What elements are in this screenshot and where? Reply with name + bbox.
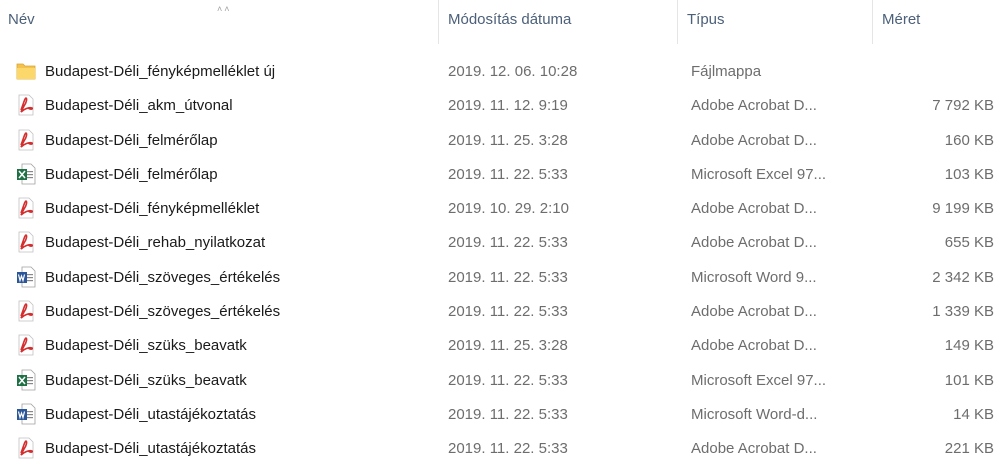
file-type: Adobe Acrobat D... (691, 200, 817, 218)
sort-indicator-icon: ˄˄ (217, 4, 232, 14)
file-size: 149 KB (944, 337, 994, 355)
file-row[interactable]: Budapest-Déli_szüks_beavatk 2019. 11. 25.… (0, 329, 1008, 363)
file-type: Microsoft Excel 97... (691, 165, 827, 183)
file-type: Adobe Acrobat D... (691, 303, 817, 321)
file-modified-date: 2019. 10. 29. 2:10 (448, 200, 569, 218)
word-file-icon (16, 266, 36, 288)
file-row[interactable]: Budapest-Déli_fényképmelléklet új 2019. 1… (0, 55, 1008, 89)
file-row[interactable]: Budapest-Déli_felmérőlap 2019. 11. 25. 3:… (0, 124, 1008, 158)
file-size: 101 KB (944, 371, 994, 389)
folder-icon (16, 60, 36, 82)
file-name: Budapest-Déli_rehab_nyilatkozat (45, 234, 266, 252)
word-file-icon (16, 403, 36, 425)
file-modified-date: 2019. 11. 25. 3:28 (448, 337, 568, 355)
file-name: Budapest-Déli_felmérőlap (45, 165, 218, 183)
file-name: Budapest-Déli_szöveges_értékelés (45, 303, 281, 321)
file-type: Adobe Acrobat D... (691, 440, 817, 458)
excel-file-icon (16, 163, 36, 185)
file-name: Budapest-Déli_akm_útvonal (45, 97, 233, 115)
file-size: 2 342 KB (932, 268, 994, 286)
column-divider[interactable] (872, 0, 873, 44)
file-type: Microsoft Excel 97... (691, 371, 827, 389)
file-name: Budapest-Déli_utastájékoztatás (45, 405, 256, 423)
file-name: Budapest-Déli_szüks_beavatk (45, 337, 247, 355)
file-name: Budapest-Déli_utastájékoztatás (45, 440, 256, 458)
file-type: Adobe Acrobat D... (691, 131, 817, 149)
file-size: 655 KB (944, 234, 994, 252)
file-modified-date: 2019. 11. 22. 5:33 (448, 440, 568, 458)
file-name: Budapest-Déli_fényképmelléklet (45, 200, 260, 218)
column-header-bar: Név ˄˄ Módosítás dátuma Típus Méret (0, 0, 1008, 44)
file-name: Budapest-Déli_szöveges_értékelés (45, 268, 281, 286)
file-row[interactable]: Budapest-Déli_szöveges_értékelés 2019. 11… (0, 295, 1008, 329)
file-size: 14 KB (953, 405, 994, 423)
file-modified-date: 2019. 12. 06. 10:28 (448, 63, 578, 80)
file-size: 7 792 KB (932, 97, 994, 115)
file-row[interactable]: Budapest-Déli_felmérőlap 2019. 11. 22. 5:… (0, 158, 1008, 192)
excel-file-icon (16, 369, 36, 391)
file-type: Microsoft Word-d... (691, 405, 818, 423)
file-size: 221 KB (944, 440, 994, 458)
file-row[interactable]: Budapest-Déli_utastájékoztatás 2019. 11. … (0, 432, 1008, 466)
file-size: 9 199 KB (932, 200, 994, 218)
column-header-type[interactable]: Típus (679, 0, 871, 44)
pdf-file-icon (16, 94, 36, 116)
file-name: Budapest-Déli_szüks_beavatk (45, 371, 247, 389)
file-modified-date: 2019. 11. 25. 3:28 (448, 131, 568, 149)
file-size: 103 KB (944, 165, 994, 183)
pdf-file-icon (16, 231, 36, 253)
file-type: Adobe Acrobat D... (691, 337, 817, 355)
column-header-size[interactable]: Méret (874, 0, 1008, 44)
file-modified-date: 2019. 11. 22. 5:33 (448, 405, 568, 423)
file-modified-date: 2019. 11. 22. 5:33 (448, 165, 568, 183)
file-row[interactable]: Budapest-Déli_fényképmelléklet 2019. 10. … (0, 192, 1008, 226)
file-row[interactable]: Budapest-Déli_utastájékoztatás 2019. 11. … (0, 398, 1008, 432)
file-list: Budapest-Déli_fényképmelléklet új 2019. 1… (0, 55, 1008, 467)
file-name: Budapest-Déli_fényképmelléklet új (45, 63, 276, 80)
file-explorer-details-view: Név ˄˄ Módosítás dátuma Típus Méret Buda… (0, 0, 1008, 471)
column-header-date[interactable]: Módosítás dátuma (440, 0, 676, 44)
pdf-file-icon (16, 300, 36, 322)
file-size (874, 55, 994, 89)
file-modified-date: 2019. 11. 22. 5:33 (448, 268, 568, 286)
file-name: Budapest-Déli_felmérőlap (45, 131, 218, 149)
column-divider[interactable] (438, 0, 439, 44)
file-type: Adobe Acrobat D... (691, 234, 817, 252)
file-size: 160 KB (944, 131, 994, 149)
pdf-file-icon (16, 129, 36, 151)
file-type: Adobe Acrobat D... (691, 97, 817, 115)
file-type: Microsoft Word 9... (691, 268, 817, 286)
file-row[interactable]: Budapest-Déli_akm_útvonal 2019. 11. 12. 9… (0, 89, 1008, 123)
pdf-file-icon (16, 437, 36, 459)
file-size: 1 339 KB (932, 303, 994, 321)
column-divider[interactable] (677, 0, 678, 44)
file-row[interactable]: Budapest-Déli_rehab_nyilatkozat 2019. 11.… (0, 226, 1008, 260)
file-modified-date: 2019. 11. 12. 9:19 (448, 97, 568, 115)
file-row[interactable]: Budapest-Déli_szüks_beavatk 2019. 11. 22.… (0, 364, 1008, 398)
pdf-file-icon (16, 334, 36, 356)
file-row[interactable]: Budapest-Déli_szöveges_értékelés 2019. 11… (0, 261, 1008, 295)
pdf-file-icon (16, 197, 36, 219)
file-modified-date: 2019. 11. 22. 5:33 (448, 303, 568, 321)
file-modified-date: 2019. 11. 22. 5:33 (448, 234, 568, 252)
file-modified-date: 2019. 11. 22. 5:33 (448, 371, 568, 389)
file-type: Fájlmappa (691, 63, 762, 80)
